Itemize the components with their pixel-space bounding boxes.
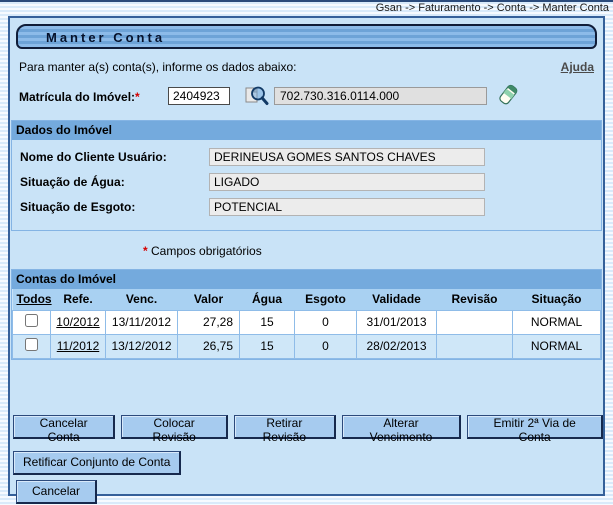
- retificar-conjunto-button[interactable]: Retificar Conjunto de Conta: [13, 451, 181, 475]
- select-all-link[interactable]: Todos: [17, 292, 52, 306]
- col-header-esgoto: Esgoto: [295, 289, 357, 310]
- cell-validade: 31/01/2013: [357, 310, 437, 334]
- field-row-cliente: Nome do Cliente Usuário: DERINEUSA GOMES…: [16, 148, 597, 167]
- table-header-row: Todos Refe. Venc. Valor Água Esgoto Vali…: [13, 289, 601, 310]
- required-note-text: Campos obrigatórios: [151, 244, 262, 258]
- required-note-asterisk: *: [143, 244, 148, 258]
- colocar-revisao-button[interactable]: Colocar Revisão: [121, 415, 228, 439]
- agua-value: LIGADO: [209, 173, 485, 191]
- col-header-validade: Validade: [357, 289, 437, 310]
- matricula-row: Matrícula do Imóvel:* 702.730.316.0114.0…: [10, 86, 603, 110]
- table-row: 10/2012 13/11/2012 27,28 15 0 31/01/2013…: [13, 310, 601, 334]
- contas-imovel-title: Contas do Imóvel: [12, 270, 601, 289]
- alterar-vencimento-button[interactable]: Alterar Vencimento: [342, 415, 462, 439]
- instruction-row: Para manter a(s) conta(s), informe os da…: [19, 60, 594, 74]
- conta-ref-link[interactable]: 11/2012: [57, 339, 100, 353]
- conta-ref-link[interactable]: 10/2012: [56, 315, 99, 329]
- matricula-label: Matrícula do Imóvel:*: [19, 90, 140, 104]
- col-header-venc: Venc.: [106, 289, 178, 310]
- cell-esgoto: 0: [295, 310, 357, 334]
- esgoto-label: Situação de Esgoto:: [16, 200, 135, 214]
- search-icon[interactable]: [244, 84, 269, 111]
- cell-esgoto: 0: [295, 334, 357, 358]
- cliente-label: Nome do Cliente Usuário:: [16, 150, 167, 164]
- cancelar-button[interactable]: Cancelar: [16, 480, 97, 504]
- table-row: 11/2012 13/12/2012 26,75 15 0 28/02/2013…: [13, 334, 601, 358]
- cell-valor: 26,75: [178, 334, 240, 358]
- contas-imovel-section: Contas do Imóvel Todos Refe. Venc. Valor…: [11, 269, 602, 360]
- eraser-icon[interactable]: [496, 82, 520, 111]
- col-header-valor: Valor: [178, 289, 240, 310]
- dados-imovel-title: Dados do Imóvel: [12, 121, 601, 140]
- contas-table: Todos Refe. Venc. Valor Água Esgoto Vali…: [12, 289, 601, 359]
- breadcrumb: Gsan -> Faturamento -> Conta -> Manter C…: [0, 2, 613, 16]
- help-link[interactable]: Ajuda: [561, 60, 594, 74]
- dados-imovel-body: Nome do Cliente Usuário: DERINEUSA GOMES…: [12, 140, 601, 230]
- row-checkbox[interactable]: [25, 338, 38, 351]
- cell-venc: 13/12/2012: [106, 334, 178, 358]
- cell-agua: 15: [240, 334, 295, 358]
- cell-situacao: NORMAL: [513, 334, 601, 358]
- agua-label: Situação de Água:: [16, 175, 125, 189]
- cell-situacao: NORMAL: [513, 310, 601, 334]
- col-header-situacao: Situação: [513, 289, 601, 310]
- button-row-2: Retificar Conjunto de Conta: [13, 451, 603, 475]
- cell-agua: 15: [240, 310, 295, 334]
- retirar-revisao-button[interactable]: Retirar Revisão: [234, 415, 336, 439]
- matricula-input[interactable]: [168, 87, 230, 105]
- required-asterisk: *: [135, 90, 140, 104]
- field-row-esgoto: Situação de Esgoto: POTENCIAL: [16, 198, 597, 217]
- cell-venc: 13/11/2012: [106, 310, 178, 334]
- row-checkbox[interactable]: [25, 314, 38, 327]
- cell-validade: 28/02/2013: [357, 334, 437, 358]
- col-header-refe: Refe.: [51, 289, 106, 310]
- esgoto-value: POTENCIAL: [209, 198, 485, 216]
- field-row-agua: Situação de Água: LIGADO: [16, 173, 597, 192]
- button-row-1: Cancelar Conta Colocar Revisão Retirar R…: [13, 415, 603, 439]
- dados-imovel-section: Dados do Imóvel Nome do Cliente Usuário:…: [11, 120, 602, 231]
- cell-revisao: [437, 310, 513, 334]
- cliente-value: DERINEUSA GOMES SANTOS CHAVES: [209, 148, 485, 166]
- cell-valor: 27,28: [178, 310, 240, 334]
- col-header-revisao: Revisão: [437, 289, 513, 310]
- instruction-text: Para manter a(s) conta(s), informe os da…: [19, 60, 296, 74]
- cancelar-conta-button[interactable]: Cancelar Conta: [13, 415, 115, 439]
- cell-revisao: [437, 334, 513, 358]
- required-note: * Campos obrigatórios: [143, 244, 603, 258]
- manter-conta-panel: Manter Conta Para manter a(s) conta(s), …: [8, 16, 605, 496]
- inscricao-field: 702.730.316.0114.000: [274, 87, 487, 105]
- page-title: Manter Conta: [16, 24, 597, 49]
- emitir-2via-button[interactable]: Emitir 2ª Via de Conta: [467, 415, 603, 439]
- button-row-3: Cancelar: [16, 480, 603, 504]
- col-header-agua: Água: [240, 289, 295, 310]
